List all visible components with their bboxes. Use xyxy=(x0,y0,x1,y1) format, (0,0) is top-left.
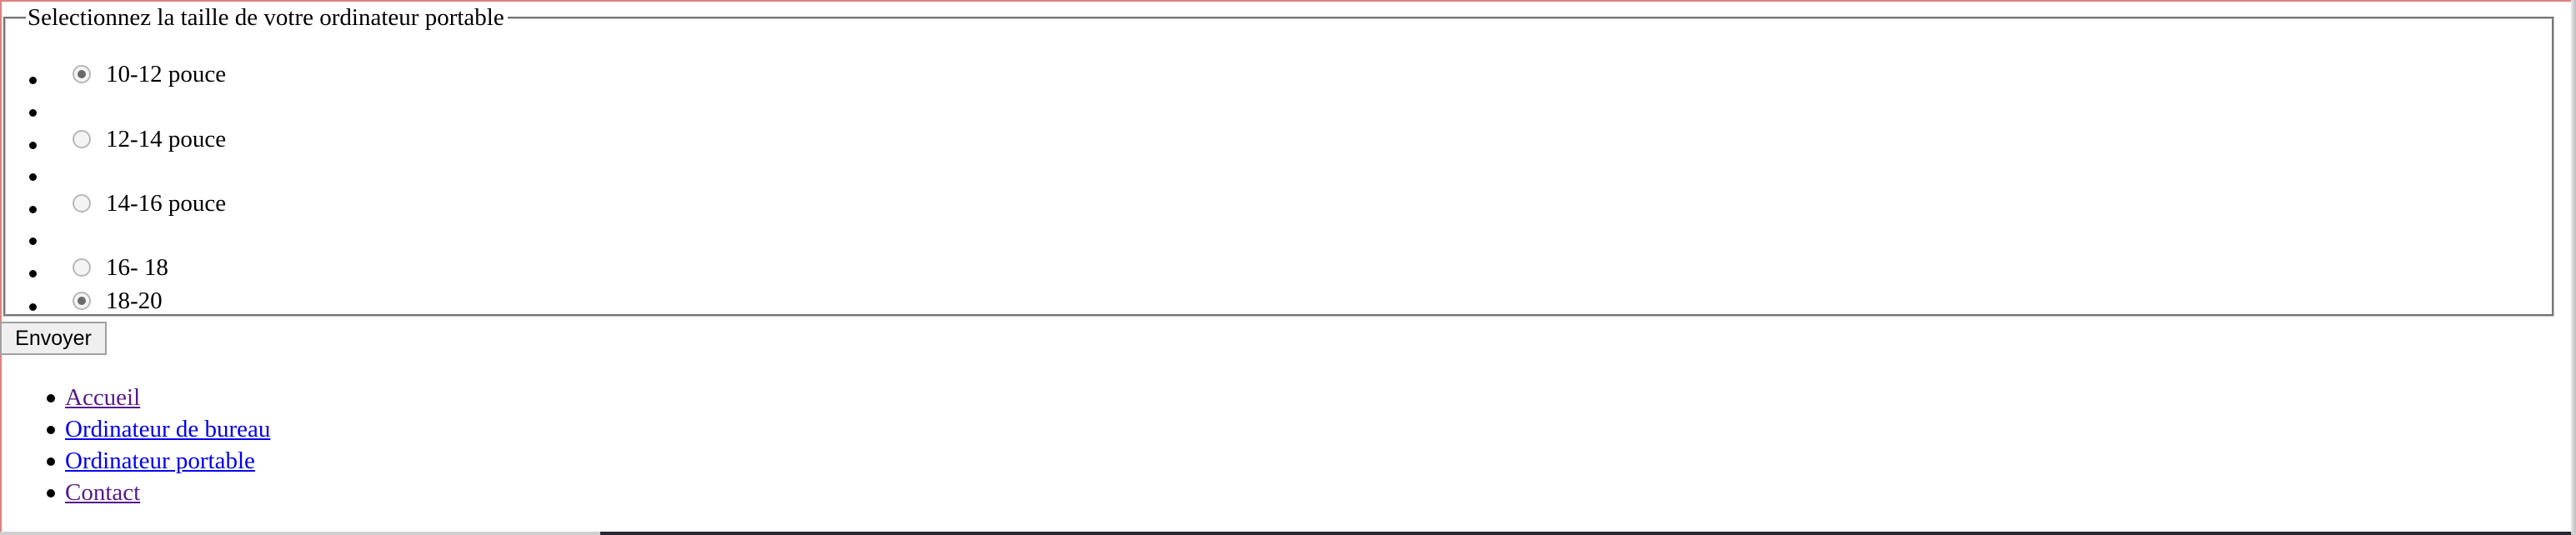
option-label: 16- 18 xyxy=(106,254,168,281)
radio-16-18[interactable] xyxy=(73,258,91,277)
radio-12-14[interactable] xyxy=(73,130,91,148)
bullet-icon xyxy=(29,238,37,245)
nav-link-ordinateur-de-bureau[interactable]: Ordinateur de bureau xyxy=(65,415,270,443)
bullet-icon xyxy=(29,142,37,149)
nav-link-contact[interactable]: Contact xyxy=(65,478,140,507)
submit-button[interactable]: Envoyer xyxy=(0,322,107,355)
bullet-icon xyxy=(29,270,37,278)
bullet-icon xyxy=(47,394,55,402)
nav-link-ordinateur-portable[interactable]: Ordinateur portable xyxy=(65,447,255,475)
bottom-strip-dark xyxy=(600,532,2571,535)
fieldset-legend: Selectionnez la taille de votre ordinate… xyxy=(28,4,504,31)
radio-14-16[interactable] xyxy=(73,194,91,212)
nav-link-accueil[interactable]: Accueil xyxy=(65,383,140,412)
bullet-icon xyxy=(29,303,37,311)
bottom-strip xyxy=(0,532,2576,535)
bullet-icon xyxy=(47,426,55,434)
bullet-icon xyxy=(47,489,55,498)
option-label: 10-12 pouce xyxy=(106,61,227,88)
bullet-icon xyxy=(29,77,37,84)
option-label: 18-20 xyxy=(106,288,163,314)
laptop-size-fieldset: Selectionnez la taille de votre ordinate… xyxy=(3,4,2554,317)
option-label: 14-16 pouce xyxy=(106,190,227,217)
scrollbar-edge[interactable] xyxy=(2571,0,2576,535)
radio-18-20[interactable] xyxy=(73,292,91,310)
option-label: 12-14 pouce xyxy=(106,126,227,152)
radio-10-12[interactable] xyxy=(73,65,91,83)
bullet-icon xyxy=(29,206,37,213)
bullet-icon xyxy=(29,173,37,181)
bullet-icon xyxy=(47,458,55,466)
bullet-icon xyxy=(29,109,37,117)
